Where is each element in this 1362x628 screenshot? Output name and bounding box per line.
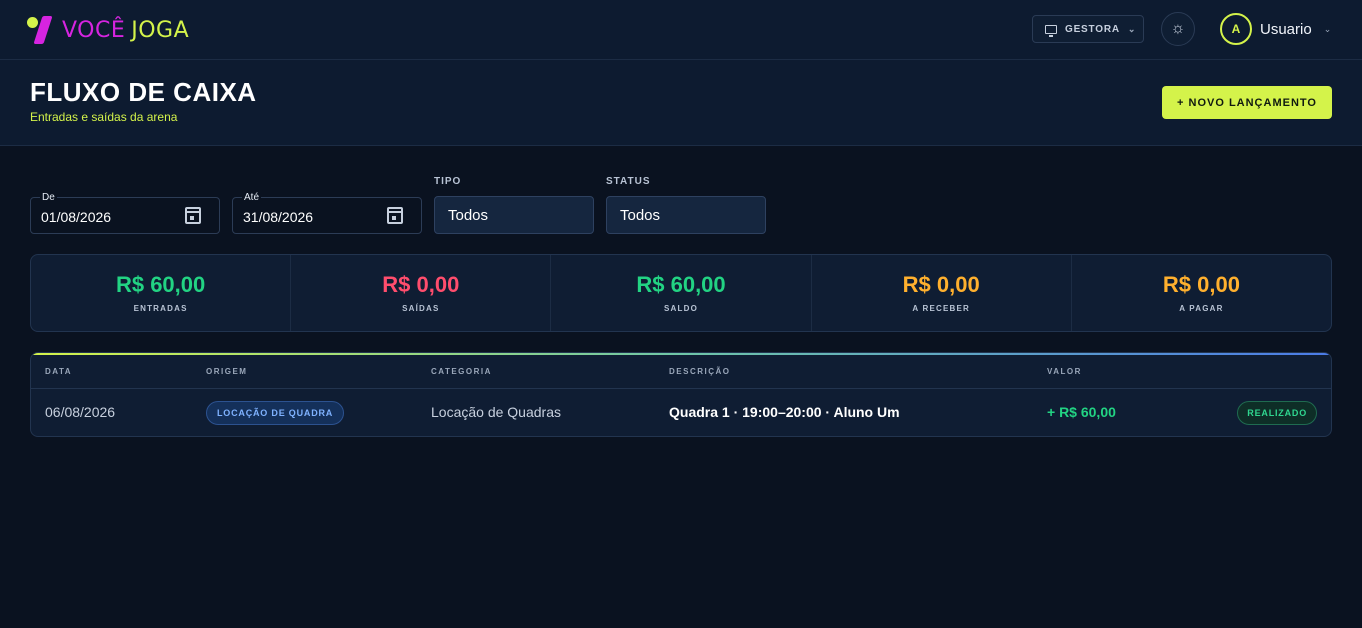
column-header-origem: ORIGEM xyxy=(206,367,248,376)
role-label: GESTORA xyxy=(1065,23,1120,35)
table-row[interactable]: 06/08/2026 LOCAÇÃO DE QUADRA Locação de … xyxy=(31,389,1331,436)
summary-saldo: R$ 60,00 SALDO xyxy=(551,255,812,331)
column-header-categoria: CATEGORIA xyxy=(431,367,492,376)
summary-a-pagar: R$ 0,00 A PAGAR xyxy=(1072,255,1331,331)
stat-label: ENTRADAS xyxy=(133,304,188,313)
theme-toggle-button[interactable]: ☼ xyxy=(1161,12,1195,46)
calendar-icon[interactable] xyxy=(387,207,403,224)
stat-label: SAÍDAS xyxy=(402,304,440,313)
stat-value: R$ 60,00 xyxy=(636,272,726,297)
app-logo[interactable]: VOCÊ JOGA xyxy=(26,14,189,46)
summary-a-receber: R$ 0,00 A RECEBER xyxy=(812,255,1072,331)
brand-word-2: JOGA xyxy=(131,17,190,43)
cell-descricao: Quadra 1 · 19:00–20:00 · Aluno Um xyxy=(669,404,900,420)
stat-label: SALDO xyxy=(664,304,698,313)
stat-value: R$ 60,00 xyxy=(115,272,206,297)
cell-categoria: Locação de Quadras xyxy=(431,404,561,420)
sun-icon: ☼ xyxy=(1170,20,1186,37)
brand-word-1: VOCÊ xyxy=(62,17,126,43)
page-subtitle: Entradas e saídas da arena xyxy=(30,110,178,124)
summary-saidas: R$ 0,00 SAÍDAS xyxy=(291,255,552,331)
status-select[interactable]: Todos xyxy=(606,196,766,234)
cell-data: 06/08/2026 xyxy=(45,404,116,420)
stat-value: R$ 0,00 xyxy=(382,272,460,297)
brand-name: VOCÊ JOGA xyxy=(62,18,189,43)
calendar-icon[interactable] xyxy=(185,207,201,224)
date-from-label: De xyxy=(40,192,57,203)
tipo-label: TIPO xyxy=(434,176,462,187)
stat-label: A PAGAR xyxy=(1179,304,1224,313)
status-label: STATUS xyxy=(606,176,651,187)
cashflow-table: DATA ORIGEM CATEGORIA DESCRIÇÃO VALOR 06… xyxy=(30,352,1332,437)
page-title: FLUXO DE CAIXA xyxy=(30,77,257,107)
avatar: A xyxy=(1220,13,1252,45)
user-name: Usuario xyxy=(1260,20,1312,38)
monitor-icon xyxy=(1045,24,1057,37)
cell-valor: + R$ 60,00 xyxy=(1047,404,1116,420)
date-from-field[interactable]: De 01/08/2026 xyxy=(30,192,220,234)
summary-panel: R$ 60,00 ENTRADAS R$ 0,00 SAÍDAS R$ 60,0… xyxy=(30,254,1332,332)
origin-badge: LOCAÇÃO DE QUADRA xyxy=(206,401,345,425)
column-header-descricao: DESCRIÇÃO xyxy=(669,367,731,376)
tipo-select[interactable]: Todos xyxy=(434,196,594,234)
chevron-down-icon: ⌄ xyxy=(1127,23,1137,34)
page-header: FLUXO DE CAIXA Entradas e saídas da aren… xyxy=(0,60,1362,146)
new-entry-button[interactable]: + NOVO LANÇAMENTO xyxy=(1162,86,1332,119)
stat-value: R$ 0,00 xyxy=(902,272,980,297)
table-header: DATA ORIGEM CATEGORIA DESCRIÇÃO VALOR xyxy=(31,355,1331,389)
date-to-value[interactable]: 31/08/2026 xyxy=(243,209,313,225)
status-badge: REALIZADO xyxy=(1237,401,1317,425)
summary-entradas: R$ 60,00 ENTRADAS xyxy=(31,255,292,331)
stat-label: A RECEBER xyxy=(912,304,971,313)
stat-value: R$ 0,00 xyxy=(1162,272,1240,297)
chevron-down-icon: ⌄ xyxy=(1323,23,1332,34)
date-to-field[interactable]: Até 31/08/2026 xyxy=(232,192,422,234)
date-from-value[interactable]: 01/08/2026 xyxy=(41,209,111,225)
user-menu[interactable]: A Usuario ⌄ xyxy=(1220,13,1331,45)
column-header-valor: VALOR xyxy=(1047,367,1082,376)
date-to-label: Até xyxy=(242,192,262,203)
column-header-data: DATA xyxy=(45,367,73,376)
logo-mark-icon xyxy=(26,15,56,45)
role-selector-button[interactable]: GESTORA ⌄ xyxy=(1032,15,1144,43)
top-navbar: VOCÊ JOGA GESTORA ⌄ ☼ A Usuario ⌄ xyxy=(0,0,1362,60)
